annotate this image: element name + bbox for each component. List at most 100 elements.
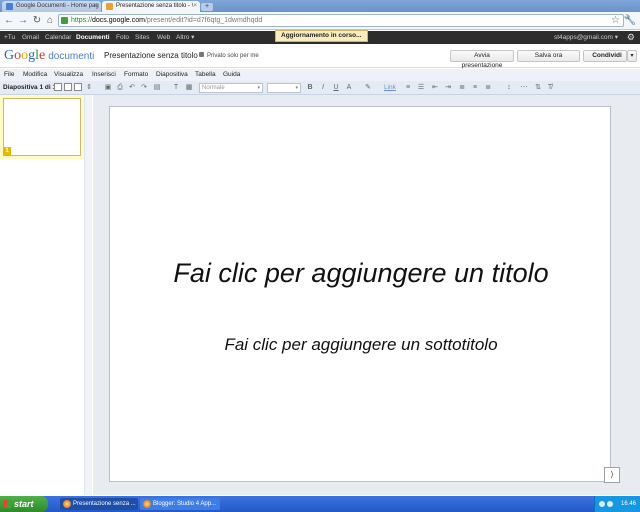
gbar-link-plus-you[interactable]: +Tu	[4, 31, 15, 44]
back-arrow-icon[interactable]: ←	[3, 15, 15, 27]
menu-visualizza[interactable]: Visualizza	[54, 69, 83, 81]
account-menu[interactable]: st4apps@gmail.com ▾	[554, 31, 618, 44]
slide-subtitle-placeholder[interactable]: Fai clic per aggiungere un sottotitolo	[150, 335, 572, 355]
menu-tabella[interactable]: Tabella	[195, 69, 216, 81]
presentation-favicon-icon	[106, 3, 113, 10]
home-icon[interactable]: ⌂	[44, 15, 56, 27]
undo-icon[interactable]: ↶	[128, 84, 136, 92]
editor-toolbar: Diapositiva 1 di 1 ⇕ ▣ ⎙ ↶ ↷ ▤ T ▦ Norma…	[0, 81, 640, 95]
chrome-icon	[143, 500, 151, 508]
address-bar[interactable]: https://docs.google.com/present/edit?id=…	[58, 14, 624, 27]
align-center-icon[interactable]: ≡	[471, 84, 479, 92]
print-icon[interactable]: ⎙	[116, 84, 124, 92]
gbar-link-calendar[interactable]: Calendar	[45, 31, 71, 44]
browser-tab-strip: Google Documenti - Home pag × Presentazi…	[0, 0, 640, 12]
system-tray: 16.46	[594, 496, 640, 512]
privacy-status[interactable]: Privato solo per me	[199, 52, 259, 59]
browser-toolbar: ← → ↻ ⌂ https://docs.google.com/present/…	[0, 12, 640, 30]
move-slide-icon[interactable]: ⇕	[85, 84, 93, 92]
insert-image-icon[interactable]: ▦	[185, 84, 193, 92]
thumbnail-scrollbar[interactable]	[84, 95, 92, 495]
menu-guida[interactable]: Guida	[223, 69, 240, 81]
highlight-color-icon[interactable]: ✎	[364, 84, 372, 92]
docs-favicon-icon	[6, 3, 13, 10]
tab-close-icon[interactable]: ×	[193, 1, 197, 12]
slide-thumbnail-panel: 1	[0, 95, 92, 495]
tab-title: Google Documenti - Home pag	[16, 3, 99, 9]
menu-inserisci[interactable]: Inserisci	[92, 69, 116, 81]
share-button[interactable]: Condividi	[583, 50, 627, 62]
document-title[interactable]: Presentazione senza titolo	[104, 51, 198, 60]
more-options-icon[interactable]: ⋯	[520, 84, 528, 92]
gbar-link-web[interactable]: Web	[157, 31, 170, 44]
browser-tab-documents-home[interactable]: Google Documenti - Home pag ×	[2, 1, 101, 12]
duplicate-slide-icon[interactable]	[64, 83, 72, 91]
italic-button[interactable]: I	[319, 84, 327, 92]
gbar-link-altro[interactable]: Altro ▾	[176, 31, 194, 44]
bold-button[interactable]: B	[306, 84, 314, 92]
menu-bar: File Modifica Visualizza Inserisci Forma…	[0, 69, 640, 81]
slide-thumbnail-row[interactable]: 1	[0, 95, 92, 159]
align-left-icon[interactable]: ≣	[458, 84, 466, 92]
save-icon[interactable]: ▣	[104, 84, 112, 92]
insert-link-button[interactable]: Link	[384, 83, 396, 93]
style-select[interactable]: Normale ▾	[199, 83, 263, 93]
delete-slide-icon[interactable]	[74, 83, 82, 91]
start-button[interactable]: start	[0, 496, 48, 512]
font-size-select[interactable]: ▾	[267, 83, 301, 93]
gbar-link-sites[interactable]: Sites	[135, 31, 149, 44]
secure-lock-icon	[61, 17, 68, 24]
redo-icon[interactable]: ↷	[140, 84, 148, 92]
bookmark-star-icon[interactable]: ☆	[611, 15, 620, 26]
text-color-button[interactable]: A	[345, 84, 353, 92]
share-dropdown-button[interactable]: ▾	[627, 50, 637, 62]
slide-thumbnail[interactable]	[3, 98, 81, 156]
gear-icon[interactable]: ⚙	[627, 31, 635, 44]
line-spacing-icon[interactable]: ↕	[505, 84, 513, 92]
align-right-icon[interactable]: ≣	[484, 84, 492, 92]
tab-close-icon[interactable]: ×	[94, 1, 98, 12]
increase-indent-icon[interactable]: ⇥	[444, 84, 452, 92]
slide-workspace: Fai clic per aggiungere un titolo Fai cl…	[93, 95, 640, 495]
menu-file[interactable]: File	[4, 69, 14, 81]
tab-title: Presentazione senza titolo - \	[116, 3, 194, 9]
docs-header: Google documenti Presentazione senza tito…	[0, 44, 640, 69]
numbered-list-icon[interactable]: ≡	[404, 84, 412, 92]
volume-icon[interactable]	[607, 501, 613, 507]
taskbar-item-blogger[interactable]: Blogger: Studio 4 App...	[140, 498, 220, 510]
browser-tab-presentation[interactable]: Presentazione senza titolo - \ ×	[102, 1, 200, 12]
bulleted-list-icon[interactable]: ☰	[417, 84, 425, 92]
paint-format-icon[interactable]: ▤	[153, 84, 161, 92]
chrome-icon	[63, 500, 71, 508]
url-scheme: https://	[71, 17, 93, 24]
reload-icon[interactable]: ↻	[31, 15, 43, 27]
text-box-icon[interactable]: T	[172, 84, 180, 92]
windows-taskbar: start Presentazione senza ... Blogger: S…	[0, 496, 640, 512]
slide-canvas[interactable]: Fai clic per aggiungere un titolo Fai cl…	[109, 106, 611, 482]
network-icon[interactable]	[599, 501, 605, 507]
underline-button[interactable]: U	[332, 84, 340, 92]
menu-modifica[interactable]: Modifica	[23, 69, 47, 81]
menu-formato[interactable]: Formato	[124, 69, 148, 81]
taskbar-item-presentation[interactable]: Presentazione senza ...	[60, 498, 138, 510]
chevron-down-icon: ▾	[295, 85, 298, 91]
wrench-menu-icon[interactable]: 🔧	[624, 15, 636, 26]
arrange-icon[interactable]: ⇅	[534, 84, 542, 92]
start-presentation-button[interactable]: Avvia presentazione	[450, 50, 514, 69]
new-tab-button[interactable]: +	[201, 3, 213, 11]
speaker-notes-toggle-icon[interactable]: ⟩	[604, 467, 620, 483]
url-path: /present/edit?id=d7f6qtg_1dwmdhqdd	[144, 17, 263, 24]
new-slide-icon[interactable]	[54, 83, 62, 91]
gbar-link-gmail[interactable]: Gmail	[22, 31, 39, 44]
menu-diapositiva[interactable]: Diapositiva	[156, 69, 188, 81]
decrease-indent-icon[interactable]: ⇤	[431, 84, 439, 92]
forward-arrow-icon[interactable]: →	[17, 15, 29, 27]
update-status-badge: Aggiornamento in corso...	[275, 30, 368, 42]
clear-formatting-icon[interactable]: T̸	[546, 84, 554, 92]
google-documenti-logo[interactable]: Google documenti	[4, 48, 94, 64]
slide-counter: Diapositiva 1 di 1	[3, 84, 57, 91]
gbar-link-foto[interactable]: Foto	[116, 31, 129, 44]
gbar-link-documenti[interactable]: Documenti	[76, 31, 110, 44]
slide-title-placeholder[interactable]: Fai clic per aggiungere un titolo	[150, 257, 572, 290]
save-now-button[interactable]: Salva ora	[517, 50, 580, 62]
